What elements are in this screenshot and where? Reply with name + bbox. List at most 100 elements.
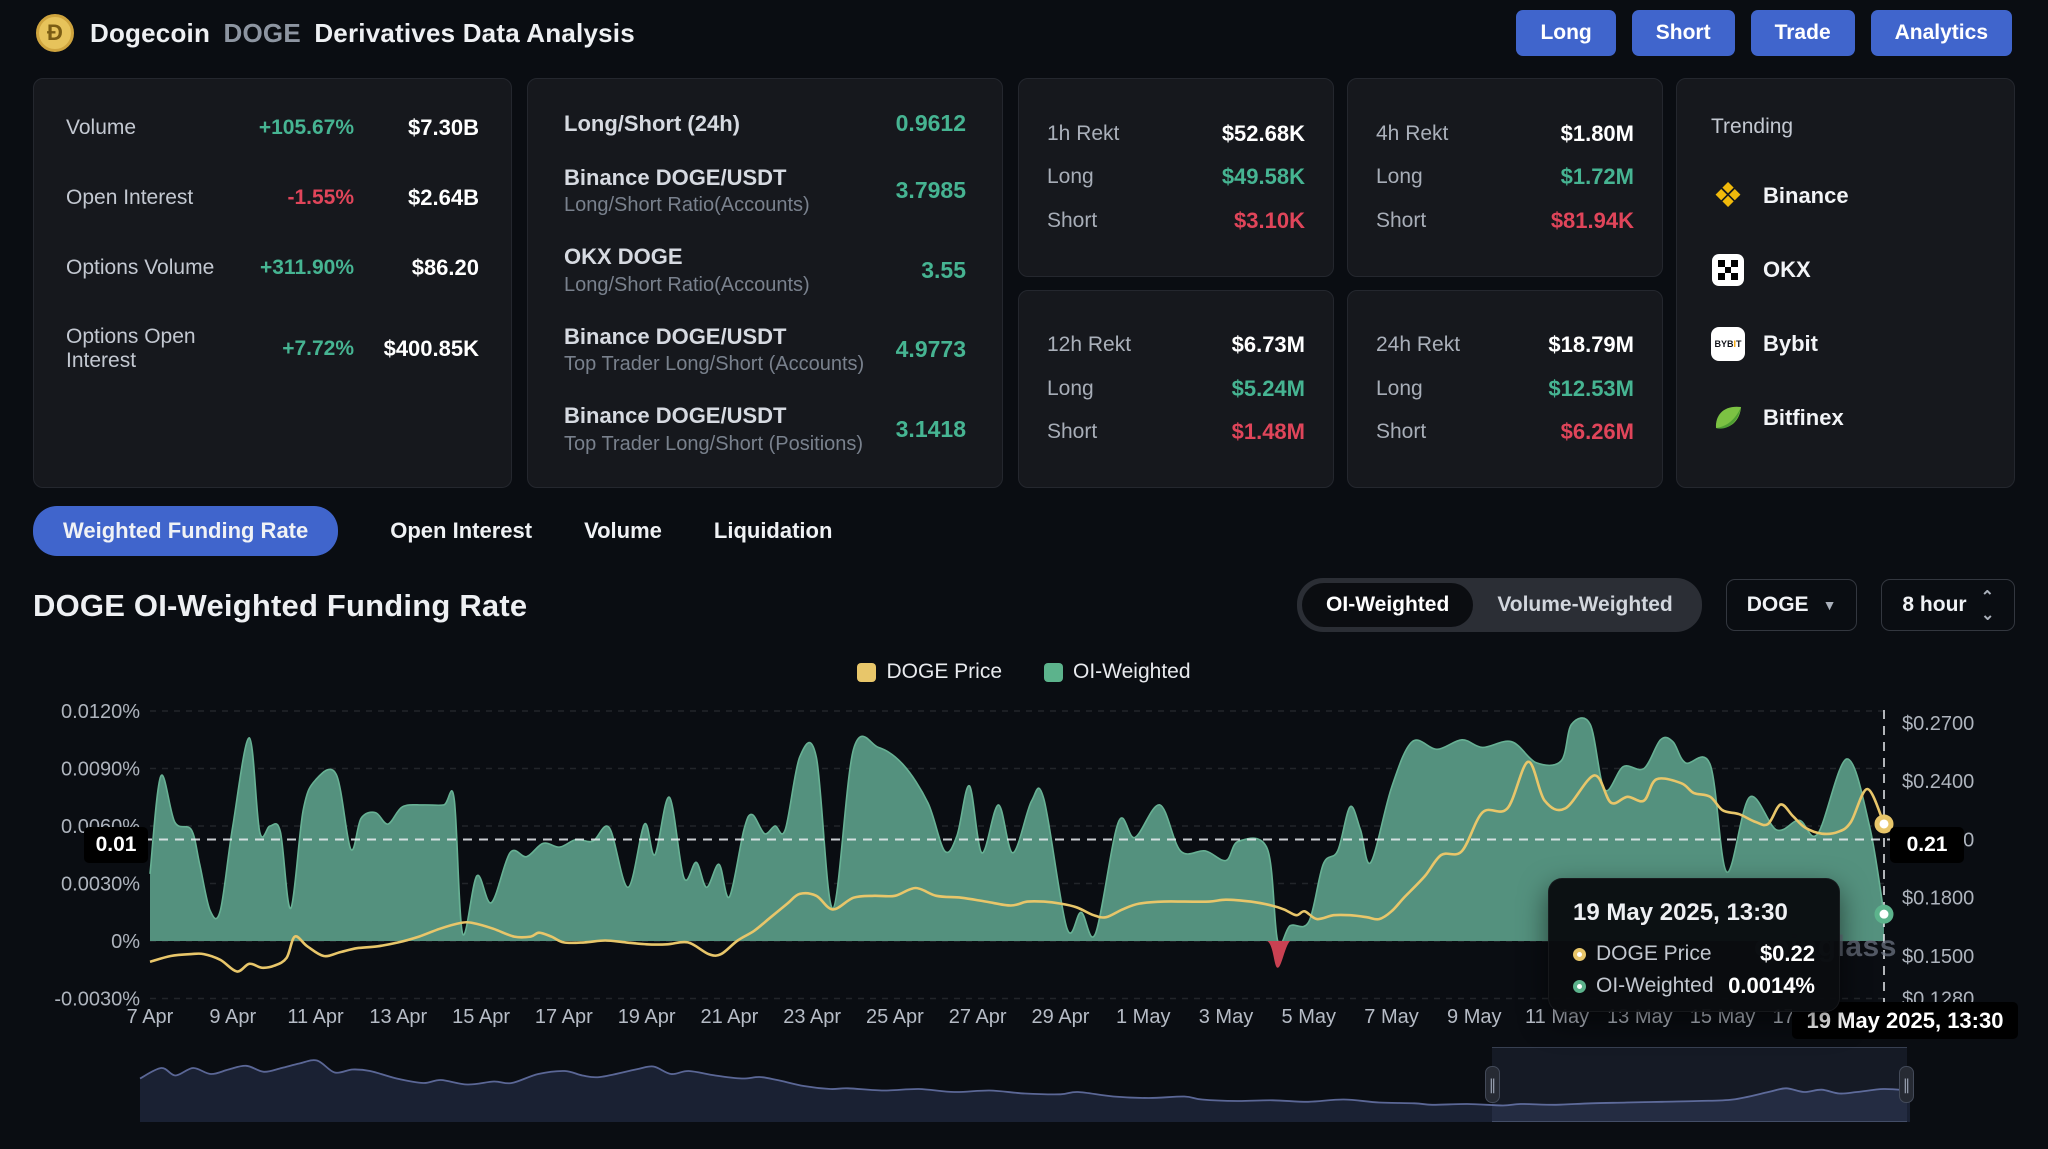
ratio-subtitle: Top Trader Long/Short (Positions): [564, 431, 896, 457]
coin-select-value: DOGE: [1747, 593, 1809, 617]
ratio-subtitle: Top Trader Long/Short (Accounts): [564, 351, 896, 377]
x-axis-tick: 9 May: [1447, 1006, 1501, 1028]
legend-label: OI-Weighted: [1073, 660, 1191, 684]
trending-item-binance[interactable]: ❖ Binance: [1711, 179, 1980, 213]
funding-last-dot: [1877, 907, 1891, 921]
title-rest: Derivatives Data Analysis: [314, 18, 635, 48]
trending-item-bitfinex[interactable]: Bitfinex: [1711, 401, 1980, 435]
series-dot-icon: [1573, 948, 1586, 961]
rekt-long-label: Long: [1376, 377, 1423, 401]
legend-label: DOGE Price: [886, 660, 1002, 684]
header-action-button[interactable]: Trade: [1751, 10, 1855, 56]
tooltip-series-label: DOGE Price: [1596, 942, 1750, 966]
interval-select[interactable]: 8 hour ⌃⌃: [1881, 579, 2015, 631]
title-ticker: DOGE: [224, 18, 301, 48]
x-axis-tick: 7 May: [1364, 1006, 1418, 1028]
x-axis-tick: 9 Apr: [209, 1006, 256, 1028]
toggle-option[interactable]: Volume-Weighted: [1473, 583, 1696, 627]
updown-icon: ⌃⌃: [1981, 592, 1994, 618]
x-axis-tick: 5 May: [1282, 1006, 1336, 1028]
doge-derivatives-dashboard: Ð Dogecoin DOGE Derivatives Data Analysi…: [0, 0, 2048, 1149]
x-axis-tick: 21 Apr: [700, 1006, 758, 1028]
rekt-short-label: Short: [1047, 209, 1097, 233]
left-axis-tick: 0.0030%: [61, 874, 140, 896]
x-axis-tick: 15 Apr: [452, 1006, 510, 1028]
trending-title: Trending: [1711, 115, 1980, 139]
exchange-name: OKX: [1763, 257, 1811, 283]
stat-row: Options Volume +311.90% $86.20: [66, 255, 479, 281]
legend-item[interactable]: OI-Weighted: [1044, 660, 1191, 684]
legend-swatch: [1044, 663, 1063, 682]
exchange-name: Bitfinex: [1763, 405, 1844, 431]
tooltip-series-value: $0.22: [1760, 941, 1815, 967]
stat-label: Options Volume: [66, 256, 234, 280]
ratio-title: Binance DOGE/USDT: [564, 322, 896, 352]
rekt-title: 1h Rekt: [1047, 122, 1119, 146]
stat-label: Options Open Interest: [66, 325, 234, 373]
rekt-short-label: Short: [1047, 420, 1097, 444]
right-axis-tick: $0.2400: [1902, 771, 1974, 793]
rekt-long-label: Long: [1376, 165, 1423, 189]
ratio-row: Long/Short (24h) 0.9612: [564, 109, 966, 139]
header: Ð Dogecoin DOGE Derivatives Data Analysi…: [0, 0, 2048, 66]
okx-icon: [1711, 253, 1745, 287]
x-axis-tick: 13 Apr: [369, 1006, 427, 1028]
stat-label: Volume: [66, 116, 234, 140]
tab[interactable]: Liquidation: [714, 506, 833, 556]
x-axis-tick: 23 Apr: [783, 1006, 841, 1028]
volume-stats-card: Volume +105.67% $7.30B Open Interest -1.…: [33, 78, 512, 488]
rekt-title: 4h Rekt: [1376, 122, 1448, 146]
right-axis-tick: $0.1800: [1902, 888, 1974, 910]
ratio-value: 3.1418: [896, 416, 966, 443]
coin-select[interactable]: DOGE ▼: [1726, 579, 1858, 631]
rekt-long-value: $5.24M: [1232, 376, 1305, 402]
rekt-long-label: Long: [1047, 377, 1094, 401]
header-action-button[interactable]: Analytics: [1871, 10, 2012, 56]
navigator-selected-window[interactable]: [1492, 1047, 1907, 1122]
rekt-card: 1h Rekt $52.68K Long $49.58K Short $3.10…: [1018, 78, 1334, 277]
bitfinex-icon: [1711, 401, 1745, 435]
price-last-dot: [1877, 817, 1891, 831]
navigator-left-handle[interactable]: ∥: [1485, 1066, 1500, 1103]
exchange-name: Bybit: [1763, 331, 1818, 357]
tooltip-row: DOGE Price $0.22: [1573, 941, 1815, 967]
tab[interactable]: Open Interest: [390, 506, 532, 556]
stat-value: $400.85K: [354, 336, 479, 362]
stat-change: +105.67%: [234, 116, 354, 140]
x-axis-tick: 17 Apr: [535, 1006, 593, 1028]
tooltip-date: 19 May 2025, 13:30: [1573, 899, 1815, 927]
chevron-down-icon: ▼: [1823, 597, 1837, 613]
rekt-cards: 1h Rekt $52.68K Long $49.58K Short $3.10…: [1018, 78, 1663, 488]
ratio-subtitle: Long/Short Ratio(Accounts): [564, 192, 896, 218]
toggle-option[interactable]: OI-Weighted: [1302, 583, 1473, 627]
ratio-value: 0.9612: [896, 110, 966, 137]
x-axis-tick: 7 Apr: [127, 1006, 174, 1028]
header-action-button[interactable]: Long: [1516, 10, 1615, 56]
rekt-short-label: Short: [1376, 209, 1426, 233]
ratio-value: 3.7985: [896, 177, 966, 204]
rekt-total: $18.79M: [1548, 332, 1634, 358]
tooltip-series-label: OI-Weighted: [1596, 974, 1718, 998]
chart-tabs: Weighted Funding Rate Open Interest Volume…: [33, 506, 832, 556]
interval-select-value: 8 hour: [1902, 593, 1966, 617]
x-axis-tick: 27 Apr: [949, 1006, 1007, 1028]
stat-row: Open Interest -1.55% $2.64B: [66, 185, 479, 211]
stat-row: Options Open Interest +7.72% $400.85K: [66, 325, 479, 373]
rekt-short-value: $3.10K: [1234, 208, 1305, 234]
legend-item[interactable]: DOGE Price: [857, 660, 1002, 684]
right-axis-tick: $0.2700: [1902, 713, 1974, 735]
exchange-name: Binance: [1763, 183, 1849, 209]
header-action-button[interactable]: Short: [1632, 10, 1735, 56]
trending-item-bybit[interactable]: BYBIT Bybit: [1711, 327, 1980, 361]
tab[interactable]: Weighted Funding Rate: [33, 506, 338, 556]
rekt-short-label: Short: [1376, 420, 1426, 444]
navigator-right-handle[interactable]: ∥: [1899, 1066, 1914, 1103]
trending-item-okx[interactable]: OKX: [1711, 253, 1980, 287]
ratio-value: 4.9773: [896, 336, 966, 363]
binance-icon: ❖: [1711, 179, 1745, 213]
tab[interactable]: Volume: [584, 506, 662, 556]
rekt-title: 12h Rekt: [1047, 333, 1131, 357]
page-title: Dogecoin DOGE Derivatives Data Analysis: [90, 18, 635, 49]
rekt-short-value: $6.26M: [1561, 419, 1634, 445]
left-axis-tick: 0.0090%: [61, 759, 140, 781]
